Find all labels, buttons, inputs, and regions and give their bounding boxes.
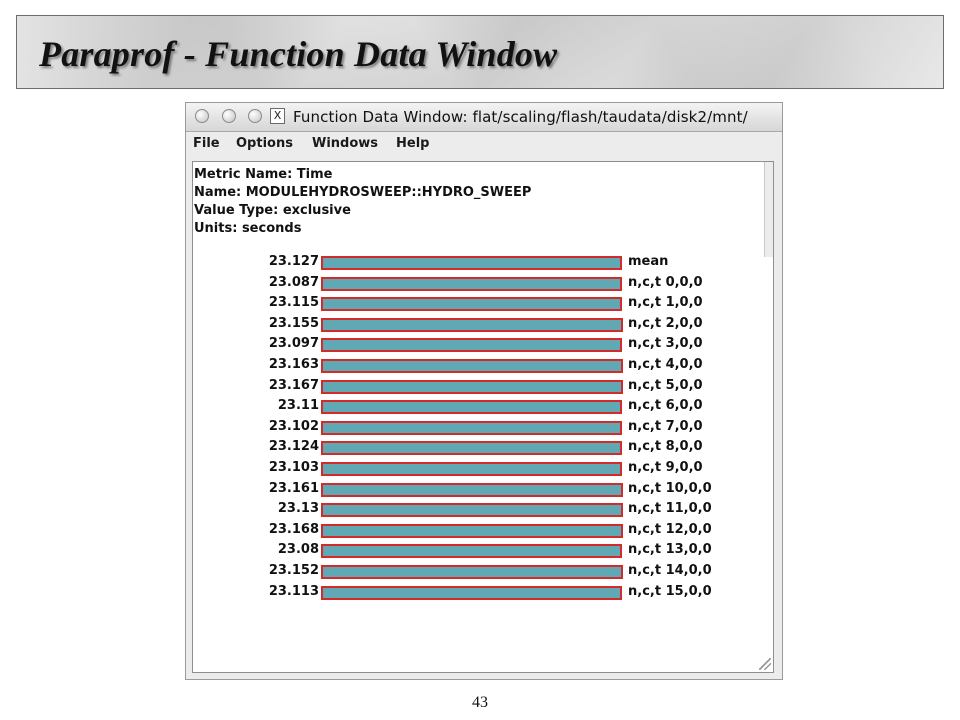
bar[interactable]: [321, 585, 622, 600]
window-zoom-button[interactable]: [248, 109, 262, 123]
metric-name-text: Metric Name: Time: [194, 167, 333, 182]
menu-help[interactable]: Help: [396, 136, 429, 151]
bar[interactable]: [321, 420, 622, 435]
bar-value-label: 23.103: [268, 460, 319, 475]
bar-category-label: n,c,t 14,0,0: [628, 563, 712, 578]
bar[interactable]: [321, 256, 622, 270]
bar[interactable]: [321, 317, 623, 332]
bar-value-label: 23.168: [268, 521, 319, 537]
menu-windows[interactable]: Windows: [312, 136, 378, 151]
bar-value-label: 23.087: [268, 274, 319, 290]
bar[interactable]: [321, 441, 622, 456]
bar-category-label: n,c,t 1,0,0: [628, 295, 703, 311]
panel-edge: [764, 162, 773, 257]
bar[interactable]: [321, 276, 622, 291]
bar-category-label: n,c,t 12,0,0: [628, 521, 712, 537]
bar[interactable]: [321, 297, 622, 312]
function-data-panel[interactable]: Metric Name: Time Name: MODULEHYDROSWEEP…: [192, 161, 774, 673]
function-name-text: Name: MODULEHYDROSWEEP::HYDRO_SWEEP: [194, 185, 532, 200]
bar-value-label: 23.11: [277, 398, 319, 414]
bar[interactable]: [321, 565, 623, 579]
bar[interactable]: [321, 482, 623, 497]
bar-value-label: 23.08: [277, 542, 319, 558]
bar-category-label: n,c,t 15,0,0: [628, 583, 712, 599]
page-number: 43: [472, 694, 488, 711]
bar-category-label: n,c,t 11,0,0: [628, 501, 712, 517]
bar-category-label: n,c,t 13,0,0: [628, 542, 712, 558]
window-title: Function Data Window: flat/scaling/flash…: [293, 108, 748, 126]
bar-category-label: n,c,t 6,0,0: [628, 398, 703, 414]
resize-grip[interactable]: [759, 658, 771, 670]
bar-category-label: n,c,t 4,0,0: [628, 357, 703, 372]
bar-value-label: 23.127: [268, 254, 319, 269]
window-minimize-button[interactable]: [222, 109, 236, 123]
bar-category-label: n,c,t 5,0,0: [628, 377, 703, 393]
bar[interactable]: [321, 503, 623, 518]
bar-value-label: 23.155: [268, 315, 319, 331]
bar-category-label: n,c,t 7,0,0: [628, 418, 703, 434]
bar-category-label: n,c,t 2,0,0: [628, 315, 703, 331]
bar[interactable]: [321, 359, 623, 373]
bar-category-label: n,c,t 0,0,0: [628, 274, 703, 290]
bar-category-label: mean: [628, 254, 669, 269]
bar-value-label: 23.13: [277, 501, 319, 517]
bar-category-label: n,c,t 8,0,0: [628, 439, 703, 455]
window-titlebar[interactable]: X Function Data Window: flat/scaling/fla…: [186, 103, 782, 132]
function-data-window: X Function Data Window: flat/scaling/fla…: [185, 102, 783, 680]
slide-title: Paraprof - Function Data Window: [39, 34, 558, 74]
units-text: Units: seconds: [194, 221, 302, 236]
bar-value-label: 23.163: [268, 357, 319, 372]
bar[interactable]: [321, 379, 623, 394]
bar-value-label: 23.161: [268, 480, 319, 496]
bar-value-label: 23.124: [268, 439, 319, 455]
window-close-button[interactable]: [195, 109, 209, 123]
bar[interactable]: [321, 462, 622, 476]
menu-options[interactable]: Options: [236, 136, 293, 151]
bar-value-label: 23.113: [268, 583, 319, 599]
x11-icon: X: [270, 108, 285, 124]
bar-value-label: 23.102: [268, 418, 319, 434]
bar-category-label: n,c,t 10,0,0: [628, 480, 712, 496]
bar-value-label: 23.167: [268, 377, 319, 393]
bar[interactable]: [321, 544, 622, 559]
title-banner: Paraprof - Function Data Window: [16, 15, 944, 89]
bar[interactable]: [321, 400, 622, 415]
bar-category-label: n,c,t 9,0,0: [628, 460, 703, 475]
bar-value-label: 23.097: [268, 336, 319, 352]
menu-file[interactable]: File: [193, 136, 220, 151]
bar-value-label: 23.115: [268, 295, 319, 311]
value-type-text: Value Type: exclusive: [194, 203, 351, 218]
bar[interactable]: [321, 338, 622, 353]
bar[interactable]: [321, 523, 623, 538]
menu-bar: File Options Windows Help: [186, 132, 782, 158]
bar-category-label: n,c,t 3,0,0: [628, 336, 703, 352]
bar-value-label: 23.152: [268, 563, 319, 578]
